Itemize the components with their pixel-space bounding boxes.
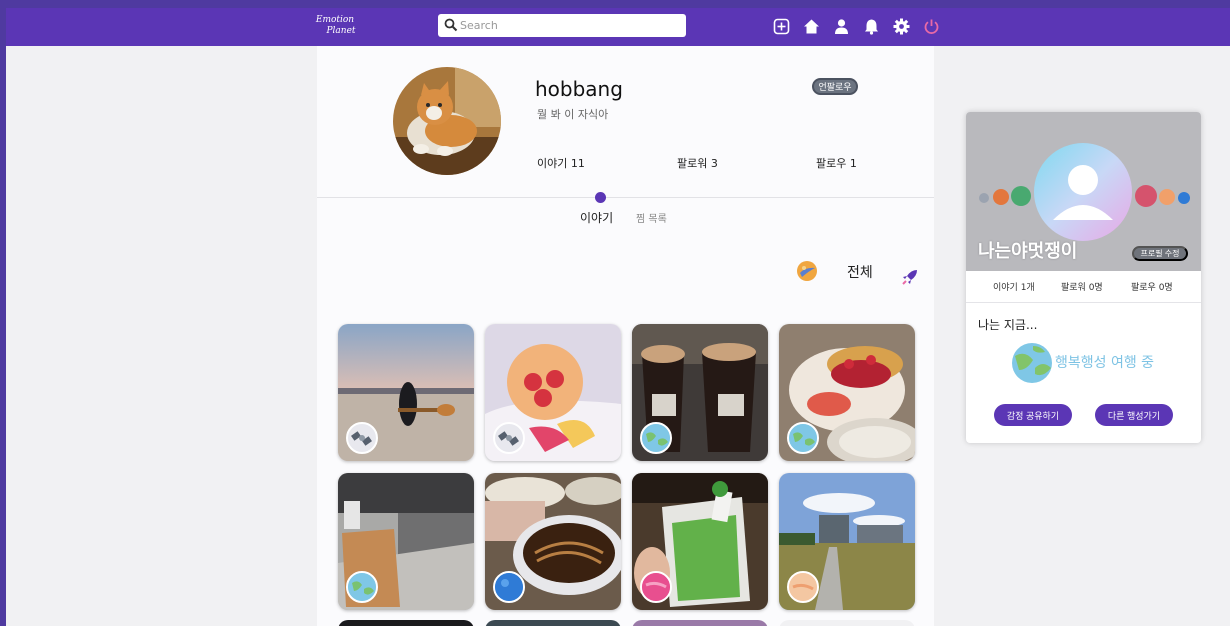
search-icon xyxy=(444,18,458,32)
widget-username: 나는야멋쟁이 xyxy=(978,241,1078,262)
app-frame: Emotion Planet Search hobbang 뭘 봐 이 자식아 … xyxy=(6,8,1230,626)
rocket-icon[interactable] xyxy=(901,268,919,286)
logo-line1: Emotion xyxy=(315,15,355,25)
search-box[interactable] xyxy=(438,14,686,37)
search-input[interactable] xyxy=(460,16,680,35)
earth-planet-icon xyxy=(346,571,378,603)
widget-divider xyxy=(966,302,1201,303)
active-tab-indicator xyxy=(595,192,606,203)
peach-planet-icon xyxy=(787,571,819,603)
planet-status-text: 행복행성 여행 중 xyxy=(1055,355,1155,371)
tab-stories[interactable]: 이야기 xyxy=(580,209,613,226)
story-card[interactable] xyxy=(485,473,621,610)
widget-stat-followers[interactable]: 팔로워 0명 xyxy=(1061,280,1103,293)
add-post-icon[interactable] xyxy=(772,17,791,36)
gear-icon[interactable] xyxy=(892,17,911,36)
nav-icon-group xyxy=(772,17,941,37)
story-card[interactable] xyxy=(632,473,768,610)
profile-bio: 뭘 봐 이 자식아 xyxy=(537,108,609,121)
my-profile-widget: 나는야멋쟁이 프로필 수정 이야기 1개 팔로워 0명 팔로우 0명 나는 지금… xyxy=(966,112,1201,443)
satellite-icon xyxy=(493,422,525,454)
story-card[interactable] xyxy=(338,324,474,461)
earth-planet-icon xyxy=(640,422,672,454)
story-grid xyxy=(338,324,918,610)
power-icon[interactable] xyxy=(922,17,941,36)
share-emotion-button[interactable]: 감정 공유하기 xyxy=(994,404,1072,426)
earth-planet-icon xyxy=(787,422,819,454)
profile-divider xyxy=(317,197,934,198)
story-card-partial[interactable] xyxy=(485,620,621,626)
top-nav-bar: Emotion Planet xyxy=(6,8,1230,46)
user-icon[interactable] xyxy=(832,17,851,36)
story-grid-next-row xyxy=(338,620,918,626)
bell-icon[interactable] xyxy=(862,17,881,36)
logo-line2: Planet xyxy=(326,26,356,36)
story-card[interactable] xyxy=(779,324,915,461)
prev-filter-planet-icon[interactable] xyxy=(795,259,819,283)
story-card-partial[interactable] xyxy=(338,620,474,626)
story-card[interactable] xyxy=(632,324,768,461)
stat-following[interactable]: 팔로우 1 xyxy=(816,155,857,171)
story-card-partial[interactable] xyxy=(632,620,768,626)
profile-main: hobbang 뭘 봐 이 자식아 언팔로우 이야기 11 팔로워 3 팔로우 … xyxy=(317,46,934,626)
widget-stat-stories[interactable]: 이야기 1개 xyxy=(993,280,1035,293)
stat-followers[interactable]: 팔로워 3 xyxy=(677,155,718,171)
profile-avatar[interactable] xyxy=(393,67,501,175)
other-planet-button[interactable]: 다른 행성가기 xyxy=(1095,404,1173,426)
home-icon[interactable] xyxy=(802,17,821,36)
story-card[interactable] xyxy=(779,473,915,610)
story-card[interactable] xyxy=(338,473,474,610)
edit-profile-button[interactable]: 프로필 수정 xyxy=(1132,246,1188,261)
blue-planet-icon xyxy=(493,571,525,603)
profile-username: hobbang xyxy=(535,77,623,101)
current-status-label: 나는 지금... xyxy=(978,318,1038,332)
filter-label: 전체 xyxy=(847,265,873,281)
story-card[interactable] xyxy=(485,324,621,461)
earth-planet-icon xyxy=(1011,342,1053,384)
widget-stat-following[interactable]: 팔로우 0명 xyxy=(1131,280,1173,293)
unfollow-button[interactable]: 언팔로우 xyxy=(812,78,858,95)
pink-planet-icon xyxy=(640,571,672,603)
logo[interactable]: Emotion Planet xyxy=(310,15,360,41)
story-card-partial[interactable] xyxy=(779,620,915,626)
tab-saved[interactable]: 찜 목록 xyxy=(636,210,667,225)
stat-stories[interactable]: 이야기 11 xyxy=(537,155,585,171)
satellite-icon xyxy=(346,422,378,454)
